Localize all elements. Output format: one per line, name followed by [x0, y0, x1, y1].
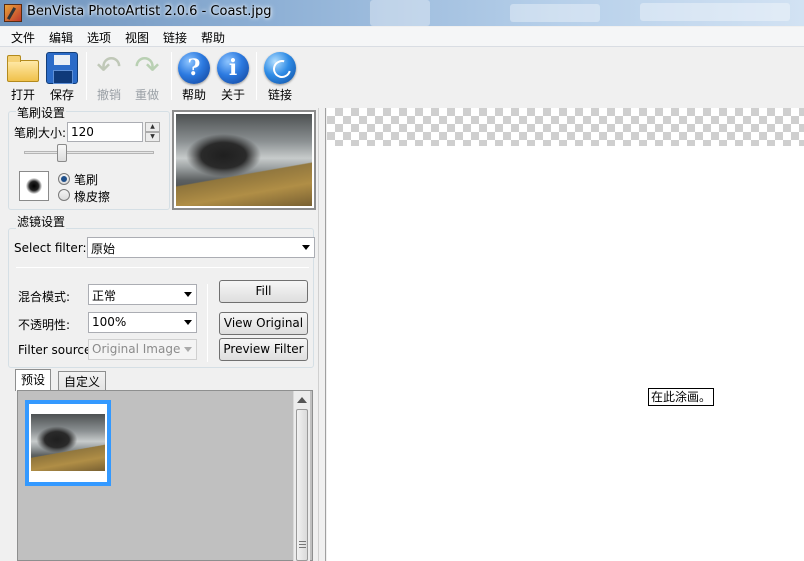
- view-original-button[interactable]: View Original: [219, 312, 308, 335]
- filter-group-title: 滤镜设置: [16, 213, 67, 230]
- grip-icon: [299, 547, 306, 548]
- brush-size-slider-thumb[interactable]: [57, 144, 67, 162]
- painting-canvas[interactable]: [327, 108, 804, 561]
- chevron-down-icon: [302, 245, 310, 250]
- brush-mode-label[interactable]: 笔刷: [74, 171, 98, 188]
- save-label: 保存: [49, 88, 74, 102]
- about-label: 关于: [220, 88, 245, 102]
- filter-source-value: Original Image: [92, 342, 181, 356]
- canvas-hint-tooltip: 在此涂画。: [648, 388, 715, 406]
- menu-link[interactable]: 链接: [161, 29, 189, 46]
- brush-size-slider-track[interactable]: [24, 151, 154, 154]
- undo-arrow-icon: ↶: [96, 50, 122, 85]
- chevron-down-icon: [184, 320, 192, 325]
- brush-preview: [19, 171, 49, 201]
- about-button[interactable]: i 关于: [215, 50, 251, 102]
- scroll-thumb[interactable]: [296, 409, 308, 561]
- brush-size-input[interactable]: 120: [67, 122, 143, 142]
- scroll-up-icon[interactable]: [297, 397, 307, 403]
- divider: [16, 267, 309, 268]
- app-icon[interactable]: [4, 4, 22, 22]
- window-title: BenVista PhotoArtist 2.0.6 - Coast.jpg: [27, 4, 272, 19]
- menu-help[interactable]: 帮助: [199, 29, 227, 46]
- tab-custom[interactable]: 自定义: [58, 371, 107, 391]
- menu-view[interactable]: 视图: [123, 29, 151, 46]
- grip-icon: [299, 544, 306, 545]
- background-blur: [640, 3, 790, 21]
- open-button[interactable]: 打开: [5, 50, 41, 102]
- redo-label: 重做: [134, 88, 159, 102]
- background-blur: [510, 4, 600, 22]
- menu-file[interactable]: 文件: [9, 29, 37, 46]
- chevron-down-icon: [184, 292, 192, 297]
- chevron-down-icon: [184, 347, 192, 352]
- transparency-checker: [327, 108, 804, 146]
- spin-up-icon[interactable]: ▲: [145, 122, 160, 132]
- filter-source-label: Filter source:: [18, 343, 96, 357]
- brush-size-label: 笔刷大小:: [14, 126, 67, 140]
- floppy-disk-icon: [46, 52, 78, 84]
- blend-mode-label: 混合模式:: [18, 290, 71, 304]
- preview-filter-button[interactable]: Preview Filter: [219, 338, 308, 361]
- image-preview[interactable]: [176, 114, 312, 206]
- globe-icon: [264, 52, 296, 84]
- select-filter-label: Select filter:: [14, 241, 87, 255]
- brush-mode-radio[interactable]: [58, 173, 70, 185]
- save-button[interactable]: 保存: [44, 50, 80, 102]
- divider: [207, 284, 208, 362]
- toolbar: 打开 保存 ↶ 撤销 ↷ 重做 ? 帮助 i 关于 链接: [0, 48, 804, 104]
- opacity-dropdown[interactable]: 100%: [88, 312, 197, 333]
- link-button[interactable]: 链接: [262, 50, 298, 102]
- redo-button[interactable]: ↷ 重做: [129, 50, 165, 103]
- filter-source-dropdown[interactable]: Original Image: [88, 339, 197, 360]
- fill-button[interactable]: Fill: [219, 280, 308, 303]
- brush-size-spinner[interactable]: ▲ ▼: [145, 122, 160, 142]
- select-filter-value: 原始: [91, 242, 116, 256]
- info-icon: i: [217, 52, 249, 84]
- link-label: 链接: [267, 88, 292, 102]
- opacity-label: 不透明性:: [18, 318, 71, 332]
- spin-down-icon[interactable]: ▼: [145, 132, 160, 142]
- opacity-value: 100%: [92, 315, 127, 329]
- menu-bar: 文件 编辑 选项 视图 链接 帮助: [0, 27, 804, 47]
- menu-options[interactable]: 选项: [85, 29, 113, 46]
- grip-icon: [299, 541, 306, 542]
- undo-button[interactable]: ↶ 撤销: [91, 50, 127, 103]
- help-button[interactable]: ? 帮助: [176, 50, 212, 102]
- question-icon: ?: [178, 52, 210, 84]
- title-bar[interactable]: BenVista PhotoArtist 2.0.6 - Coast.jpg: [0, 0, 804, 26]
- eraser-mode-label[interactable]: 橡皮擦: [74, 188, 110, 205]
- background-blur: [370, 0, 430, 26]
- eraser-mode-radio[interactable]: [58, 189, 70, 201]
- brush-group-title: 笔刷设置: [16, 104, 67, 121]
- preset-scrollbar[interactable]: [293, 391, 310, 561]
- panel-splitter[interactable]: [318, 108, 326, 561]
- preset-thumbnail: [31, 414, 105, 471]
- tab-presets[interactable]: 预设: [15, 369, 52, 391]
- select-filter-dropdown[interactable]: 原始: [87, 237, 315, 258]
- folder-icon: [7, 55, 39, 82]
- menu-edit[interactable]: 编辑: [47, 29, 75, 46]
- blend-mode-value: 正常: [92, 289, 117, 303]
- blend-mode-dropdown[interactable]: 正常: [88, 284, 197, 305]
- redo-arrow-icon: ↷: [134, 50, 160, 85]
- left-panel: 笔刷设置 笔刷大小: 120 ▲ ▼ 笔刷 橡皮擦 滤镜设置 Select fi…: [0, 104, 318, 561]
